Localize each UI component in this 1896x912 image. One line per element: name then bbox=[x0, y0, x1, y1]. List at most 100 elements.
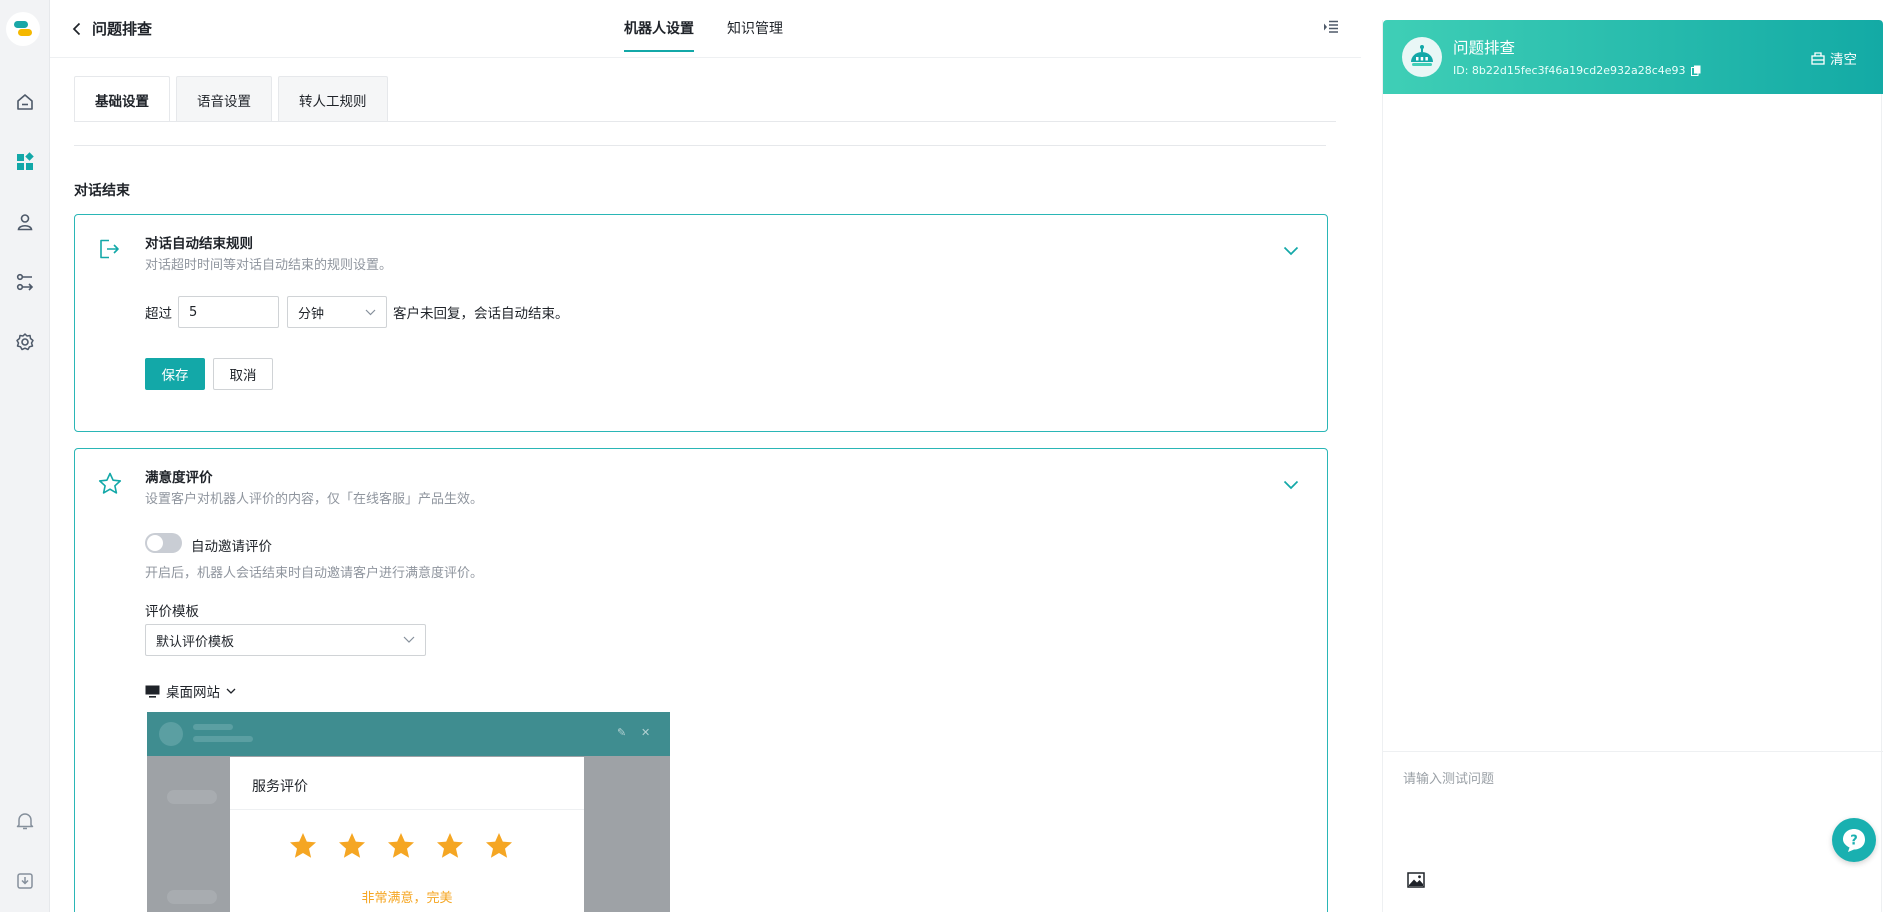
dialog-title: 服务评价 bbox=[252, 779, 308, 795]
subtab-divider bbox=[74, 121, 1336, 122]
chat-header: 问题排查 ID: 8b22d15fec3f46a19cd2e932a28c4e9… bbox=[1383, 20, 1883, 94]
subtab-basic[interactable]: 基础设置 bbox=[74, 76, 170, 122]
template-label: 评价模板 bbox=[145, 604, 199, 620]
preview-avatar bbox=[159, 722, 183, 746]
left-rail bbox=[0, 0, 50, 912]
nav-settings[interactable] bbox=[0, 327, 50, 357]
satisfaction-card: 满意度评价 设置客户对机器人评价的内容，仅「在线客服」产品生效。 自动邀请评价 … bbox=[74, 448, 1328, 912]
toggle-description: 开启后，机器人会话结束时自动邀请客户进行满意度评价。 bbox=[145, 566, 484, 581]
dashboard-icon bbox=[17, 152, 34, 170]
toggle-label: 自动邀请评价 bbox=[191, 539, 272, 555]
bell-icon bbox=[16, 813, 34, 830]
timeout-minutes-input[interactable]: 5 bbox=[178, 296, 279, 328]
help-button[interactable]: ? bbox=[1832, 818, 1876, 862]
app-logo[interactable] bbox=[6, 12, 40, 46]
back-button[interactable]: 问题排查 bbox=[72, 18, 152, 39]
device-selector[interactable]: 桌面网站 bbox=[145, 681, 236, 701]
help-icon: ? bbox=[1843, 829, 1865, 852]
section-divider bbox=[74, 145, 1326, 146]
cancel-button[interactable]: 取消 bbox=[213, 358, 273, 390]
eraser-icon bbox=[1811, 51, 1825, 65]
star-outline-icon bbox=[97, 471, 123, 501]
section-title: 对话结束 bbox=[74, 183, 130, 199]
subtab-transfer[interactable]: 转人工规则 bbox=[278, 76, 388, 122]
collapse-panel-button[interactable] bbox=[1323, 20, 1339, 38]
nav-download[interactable] bbox=[0, 866, 50, 896]
svg-text:?: ? bbox=[1850, 834, 1858, 849]
download-icon bbox=[17, 873, 33, 889]
preview-placeholder bbox=[193, 736, 253, 742]
clear-label: 清空 bbox=[1830, 52, 1857, 68]
settings-icon bbox=[16, 333, 34, 351]
rating-preview: ✎ ✕ 服务评价 非常满意，完美 bbox=[147, 712, 670, 912]
star-icon[interactable] bbox=[386, 831, 416, 861]
input-divider bbox=[1383, 751, 1883, 752]
preview-placeholder bbox=[167, 890, 217, 904]
test-question-input[interactable] bbox=[1403, 768, 1863, 868]
bot-id-text: ID: 8b22d15fec3f46a19cd2e932a28c4e93 bbox=[1453, 64, 1686, 77]
settings-subtabs: 基础设置 语音设置 转人工规则 bbox=[74, 76, 388, 122]
bot-avatar bbox=[1402, 37, 1442, 77]
pin-icon: ✎ bbox=[617, 726, 627, 739]
rating-dialog: 服务评价 非常满意，完美 bbox=[230, 757, 584, 912]
exit-icon bbox=[97, 237, 121, 265]
home-icon bbox=[17, 94, 33, 110]
page-title: 问题排查 bbox=[92, 20, 153, 38]
timeout-row: 超过 5 分钟 客户未回复，会话自动结束。 bbox=[145, 296, 569, 328]
nav-user[interactable] bbox=[0, 207, 50, 237]
auto-invite-toggle[interactable] bbox=[145, 533, 182, 553]
logo-icon bbox=[14, 21, 32, 36]
user-icon bbox=[17, 214, 33, 231]
chevron-down-icon bbox=[1283, 246, 1299, 256]
toggle-knob bbox=[147, 535, 163, 551]
chevron-left-icon bbox=[72, 22, 81, 35]
clear-button[interactable]: 清空 bbox=[1811, 48, 1857, 68]
preview-header: ✎ ✕ bbox=[147, 712, 670, 756]
time-unit-select[interactable]: 分钟 bbox=[287, 296, 387, 328]
upload-image-button[interactable] bbox=[1407, 872, 1425, 892]
save-button[interactable]: 保存 bbox=[145, 358, 205, 390]
robot-icon bbox=[1411, 45, 1433, 66]
nav-home[interactable] bbox=[0, 87, 50, 117]
close-icon: ✕ bbox=[641, 726, 651, 739]
end-rule-card: 对话自动结束规则 对话超时时间等对话自动结束的规则设置。 超过 5 分钟 客户未… bbox=[74, 214, 1328, 432]
expand-chevron[interactable] bbox=[1283, 479, 1299, 494]
preview-placeholder bbox=[193, 724, 233, 730]
subtab-voice[interactable]: 语音设置 bbox=[176, 76, 272, 122]
nav-notifications[interactable] bbox=[0, 806, 50, 836]
template-select[interactable]: 默认评价模板 bbox=[145, 624, 426, 656]
timeout-prefix: 超过 bbox=[145, 306, 172, 322]
chevron-down-icon bbox=[365, 309, 376, 315]
monitor-icon bbox=[145, 685, 160, 698]
card-title: 满意度评价 bbox=[145, 470, 213, 486]
nav-dashboard[interactable] bbox=[0, 147, 50, 177]
tab-robot-settings[interactable]: 机器人设置 bbox=[624, 18, 694, 52]
star-icon[interactable] bbox=[288, 831, 318, 861]
dialog-divider bbox=[230, 809, 584, 810]
card-description: 设置客户对机器人评价的内容，仅「在线客服」产品生效。 bbox=[145, 492, 484, 507]
flow-icon bbox=[16, 273, 34, 291]
copy-icon[interactable] bbox=[1690, 65, 1701, 76]
expand-chevron[interactable] bbox=[1283, 245, 1299, 260]
indent-icon bbox=[1324, 20, 1338, 33]
main-content: 问题排查 机器人设置 知识管理 基础设置 语音设置 转人工规则 对话结束 对话自… bbox=[50, 0, 1411, 912]
image-icon bbox=[1407, 872, 1425, 888]
chevron-down-icon bbox=[226, 688, 236, 694]
device-label: 桌面网站 bbox=[166, 685, 220, 701]
preview-placeholder bbox=[167, 790, 217, 804]
timeout-suffix: 客户未回复，会话自动结束。 bbox=[393, 306, 569, 322]
chat-title: 问题排查 bbox=[1453, 39, 1516, 57]
nav-flow[interactable] bbox=[0, 267, 50, 297]
test-chat-panel: 问题排查 ID: 8b22d15fec3f46a19cd2e932a28c4e9… bbox=[1382, 20, 1883, 912]
card-title: 对话自动结束规则 bbox=[145, 236, 253, 252]
template-value: 默认评价模板 bbox=[156, 634, 235, 650]
star-icon[interactable] bbox=[337, 831, 367, 861]
star-icon[interactable] bbox=[435, 831, 465, 861]
star-icon[interactable] bbox=[484, 831, 514, 861]
bot-id: ID: 8b22d15fec3f46a19cd2e932a28c4e93 bbox=[1453, 64, 1701, 77]
rating-text: 非常满意，完美 bbox=[361, 891, 453, 906]
tab-knowledge[interactable]: 知识管理 bbox=[727, 18, 783, 38]
top-bar: 问题排查 机器人设置 知识管理 bbox=[50, 0, 1361, 58]
time-unit-value: 分钟 bbox=[298, 306, 325, 322]
card-description: 对话超时时间等对话自动结束的规则设置。 bbox=[145, 258, 393, 273]
